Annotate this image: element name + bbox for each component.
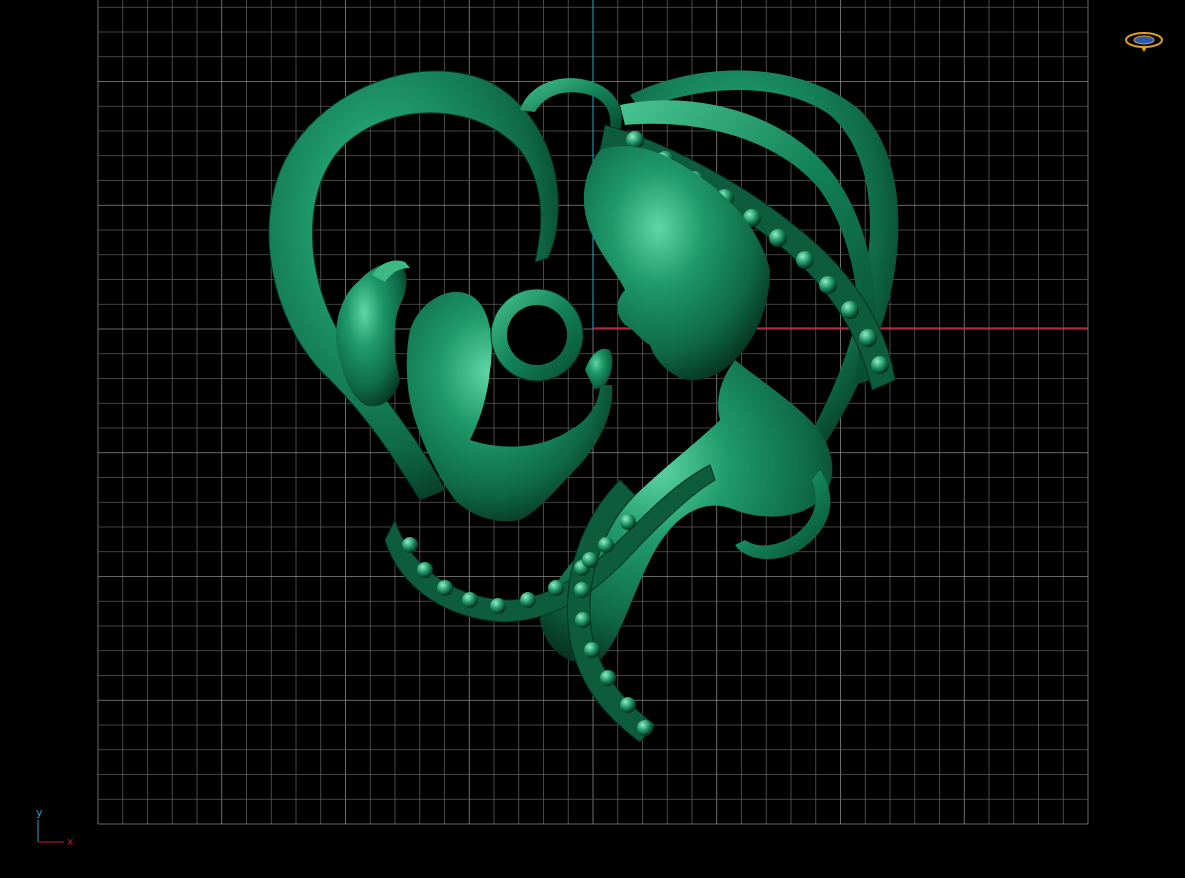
heart-left-loop bbox=[268, 70, 559, 501]
viewport-canvas[interactable]: y x bbox=[0, 0, 1185, 878]
gem-stone bbox=[582, 552, 598, 568]
gem-stone bbox=[574, 582, 590, 598]
triad-x-label: x bbox=[67, 835, 74, 848]
gem-stone bbox=[871, 356, 889, 374]
gem-stone bbox=[819, 276, 837, 294]
gem-stone bbox=[520, 592, 536, 608]
baby-raised-hand bbox=[585, 348, 613, 390]
bail-hook bbox=[520, 78, 622, 130]
axis-triad: y x bbox=[36, 806, 74, 848]
orbit-view-icon[interactable] bbox=[1125, 32, 1163, 52]
gem-stone bbox=[584, 642, 600, 658]
woman-head bbox=[583, 146, 770, 381]
3d-viewport[interactable]: y x bbox=[0, 0, 1185, 878]
gem-stone bbox=[548, 580, 564, 596]
gem-stone bbox=[637, 720, 653, 736]
gem-stone bbox=[598, 537, 614, 553]
triad-y-label: y bbox=[36, 806, 43, 819]
gem-stone bbox=[462, 592, 478, 608]
gem-stone bbox=[620, 697, 636, 713]
ring-inner bbox=[507, 305, 567, 365]
gem-stone bbox=[575, 612, 591, 628]
gem-stone bbox=[402, 537, 418, 553]
gem-stone bbox=[437, 580, 453, 596]
gem-stone bbox=[769, 229, 787, 247]
gem-stone bbox=[796, 251, 814, 269]
gem-stone bbox=[600, 670, 616, 686]
pendant-model[interactable] bbox=[268, 70, 899, 743]
gem-stone bbox=[620, 514, 636, 530]
gem-stone bbox=[417, 562, 433, 578]
gem-stone bbox=[490, 598, 506, 614]
gem-stone bbox=[841, 301, 859, 319]
gem-stone bbox=[859, 329, 877, 347]
